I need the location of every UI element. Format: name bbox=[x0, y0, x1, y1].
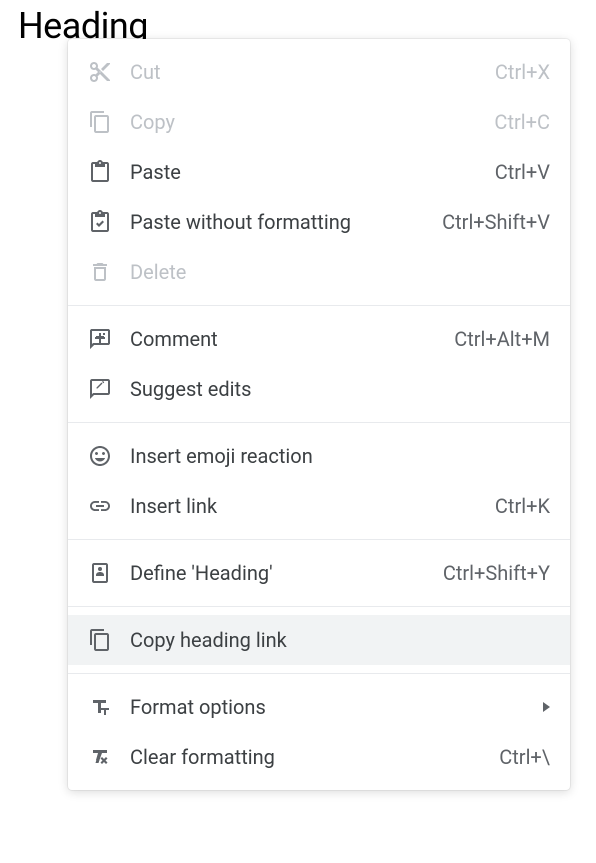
menu-item-suggest-edits[interactable]: Suggest edits bbox=[68, 364, 570, 414]
menu-item-label: Comment bbox=[130, 327, 454, 351]
menu-item-label: Copy bbox=[130, 110, 494, 134]
menu-item-clear-formatting[interactable]: Clear formatting Ctrl+\ bbox=[68, 732, 570, 782]
menu-divider bbox=[68, 606, 570, 607]
menu-item-paste[interactable]: Paste Ctrl+V bbox=[68, 147, 570, 197]
menu-item-insert-emoji[interactable]: Insert emoji reaction bbox=[68, 431, 570, 481]
menu-item-comment[interactable]: Comment Ctrl+Alt+M bbox=[68, 314, 570, 364]
menu-divider bbox=[68, 305, 570, 306]
menu-item-shortcut: Ctrl+Shift+Y bbox=[443, 561, 550, 585]
menu-item-label: Clear formatting bbox=[130, 745, 499, 769]
suggest-edits-icon bbox=[88, 377, 112, 401]
menu-item-delete[interactable]: Delete bbox=[68, 247, 570, 297]
copy-icon bbox=[88, 110, 112, 134]
paste-icon bbox=[88, 160, 112, 184]
menu-item-label: Insert link bbox=[130, 494, 495, 518]
menu-item-label: Copy heading link bbox=[130, 628, 550, 652]
menu-divider bbox=[68, 422, 570, 423]
format-icon bbox=[88, 695, 112, 719]
define-icon bbox=[88, 561, 112, 585]
menu-item-format-options[interactable]: Format options bbox=[68, 682, 570, 732]
menu-item-shortcut: Ctrl+K bbox=[495, 494, 550, 518]
menu-item-label: Format options bbox=[130, 695, 535, 719]
menu-item-paste-no-format[interactable]: Paste without formatting Ctrl+Shift+V bbox=[68, 197, 570, 247]
menu-item-copy-heading-link[interactable]: Copy heading link bbox=[68, 615, 570, 665]
submenu-arrow-icon bbox=[543, 702, 550, 712]
menu-divider bbox=[68, 539, 570, 540]
comment-icon bbox=[88, 327, 112, 351]
menu-item-define[interactable]: Define 'Heading' Ctrl+Shift+Y bbox=[68, 548, 570, 598]
menu-item-shortcut: Ctrl+C bbox=[494, 110, 550, 134]
clear-format-icon bbox=[88, 745, 112, 769]
delete-icon bbox=[88, 260, 112, 284]
menu-item-label: Insert emoji reaction bbox=[130, 444, 550, 468]
menu-item-shortcut: Ctrl+\ bbox=[499, 745, 550, 769]
cut-icon bbox=[88, 60, 112, 84]
link-icon bbox=[88, 494, 112, 518]
menu-item-shortcut: Ctrl+Alt+M bbox=[454, 327, 550, 351]
menu-divider bbox=[68, 673, 570, 674]
menu-item-label: Paste bbox=[130, 160, 495, 184]
menu-item-label: Delete bbox=[130, 260, 550, 284]
context-menu: Cut Ctrl+X Copy Ctrl+C Paste Ctrl+V Past… bbox=[68, 39, 570, 790]
menu-item-label: Define 'Heading' bbox=[130, 561, 443, 585]
menu-item-shortcut: Ctrl+X bbox=[495, 60, 550, 84]
menu-item-insert-link[interactable]: Insert link Ctrl+K bbox=[68, 481, 570, 531]
menu-item-label: Paste without formatting bbox=[130, 210, 442, 234]
paste-no-format-icon bbox=[88, 210, 112, 234]
menu-item-label: Suggest edits bbox=[130, 377, 550, 401]
menu-item-cut[interactable]: Cut Ctrl+X bbox=[68, 47, 570, 97]
menu-item-label: Cut bbox=[130, 60, 495, 84]
menu-item-copy[interactable]: Copy Ctrl+C bbox=[68, 97, 570, 147]
menu-item-shortcut: Ctrl+Shift+V bbox=[442, 210, 550, 234]
menu-item-shortcut: Ctrl+V bbox=[495, 160, 550, 184]
emoji-icon bbox=[88, 444, 112, 468]
copy-link-icon bbox=[88, 628, 112, 652]
